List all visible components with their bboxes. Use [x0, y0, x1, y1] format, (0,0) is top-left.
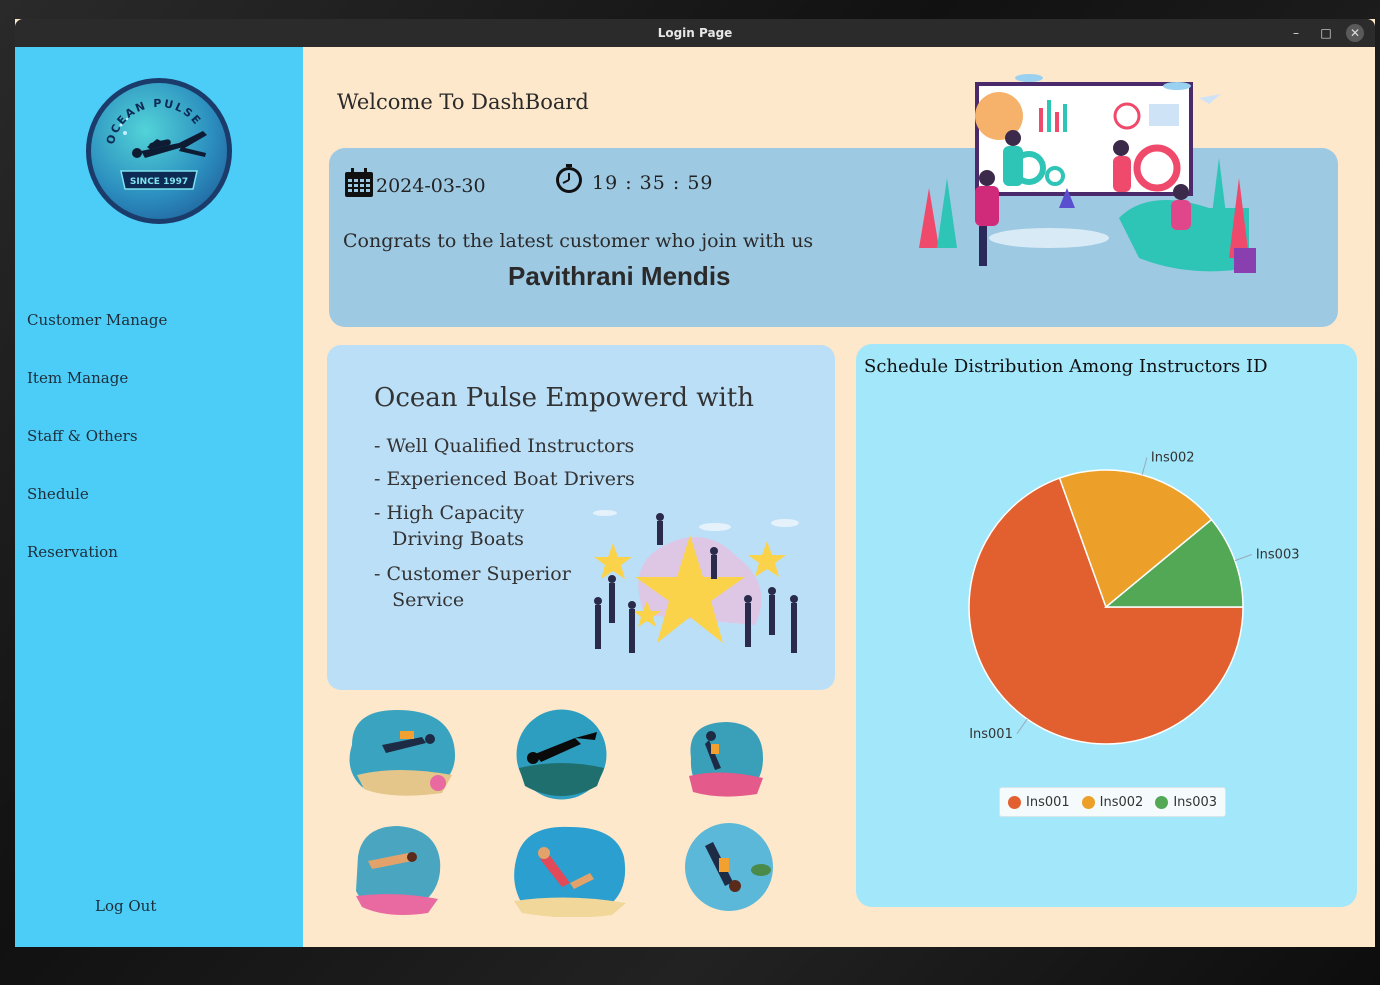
- empowered-item: - Customer Superior Service: [374, 563, 571, 611]
- empowered-item: - High Capacity Driving Boats: [374, 502, 524, 550]
- sidebar-item-item-manage[interactable]: Item Manage: [27, 369, 128, 387]
- window-titlebar[interactable]: Login Page: [15, 19, 1375, 47]
- legend-label: Ins003: [1173, 794, 1218, 810]
- empowered-card: Ocean Pulse Empowerd with - Well Qualifi…: [327, 345, 835, 690]
- diver-thumbnail-6: [685, 823, 773, 911]
- chart-legend: Ins001 Ins002 Ins003: [999, 787, 1227, 817]
- instructor-schedule-chart: Schedule Distribution Among Instructors …: [856, 344, 1357, 907]
- diver-thumbnail-4: [356, 826, 441, 915]
- legend-swatch: [1008, 795, 1021, 809]
- clock-icon: [556, 164, 582, 193]
- pie-label: Ins003: [1256, 547, 1300, 562]
- diver-thumbnail-2: [516, 709, 607, 800]
- pie-chart: Ins001 Ins002 Ins003: [968, 450, 1300, 745]
- diver-thumbnail-5: [514, 826, 626, 917]
- latest-customer-caption: Congrats to the latest customer who join…: [343, 230, 814, 252]
- ocean-pulse-logo: OCEAN PULSE SINCE 1997: [86, 78, 232, 224]
- sidebar: OCEAN PULSE SINCE 1997 Customer Manage I…: [15, 47, 303, 947]
- current-date: 2024-03-30: [376, 175, 486, 197]
- pie-label: Ins002: [1151, 450, 1195, 465]
- close-button[interactable]: ✕: [1346, 24, 1364, 42]
- current-time: 19 : 35 : 59: [592, 172, 714, 194]
- pie-label-leader: [1016, 718, 1028, 735]
- sidebar-item-staff-others[interactable]: Staff & Others: [27, 427, 138, 445]
- legend-swatch: [1081, 795, 1095, 809]
- pie-label-leader: [1141, 457, 1148, 475]
- welcome-banner: 2024-03-30 19 : 35 : 59 Congrats to the …: [329, 74, 1338, 327]
- app-window: Login Page – □ ✕ OCEAN PULSE SINCE 1997 …: [15, 19, 1375, 947]
- logo-text-bottom: SINCE 1997: [130, 177, 188, 187]
- window-title: Login Page: [657, 26, 733, 40]
- legend-item: Ins002: [1081, 794, 1144, 810]
- sidebar-item-customer-manage[interactable]: Customer Manage: [27, 311, 167, 329]
- sidebar-item-shedule[interactable]: Shedule: [27, 485, 89, 503]
- minimize-button[interactable]: –: [1287, 24, 1305, 42]
- pie-label: Ins001: [969, 727, 1013, 742]
- diver-thumbnail-1: [349, 710, 456, 796]
- sidebar-item-reservation[interactable]: Reservation: [27, 543, 118, 561]
- logout-button[interactable]: Log Out: [95, 897, 156, 915]
- stars-team-illustration: [593, 510, 799, 653]
- legend-item: Ins001: [1008, 795, 1070, 810]
- diver-logo-icon: OCEAN PULSE SINCE 1997: [104, 97, 207, 190]
- empowered-item: - Well Qualified Instructors: [374, 435, 635, 457]
- empowered-title: Ocean Pulse Empowerd with: [374, 383, 754, 413]
- pie-label-leader: [1234, 554, 1253, 562]
- latest-customer-name: Pavithrani Mendis: [508, 261, 731, 291]
- team-meeting-illustration: [919, 74, 1256, 273]
- legend-swatch: [1155, 795, 1169, 809]
- legend-label: Ins002: [1099, 794, 1144, 810]
- diver-thumbnail-3: [689, 722, 763, 797]
- page-title: Welcome To DashBoard: [337, 90, 589, 114]
- maximize-button[interactable]: □: [1317, 24, 1335, 42]
- legend-item: Ins003: [1155, 795, 1217, 810]
- legend-label: Ins001: [1026, 794, 1070, 810]
- calendar-icon: [345, 168, 373, 197]
- empowered-item: - Experienced Boat Drivers: [374, 468, 635, 490]
